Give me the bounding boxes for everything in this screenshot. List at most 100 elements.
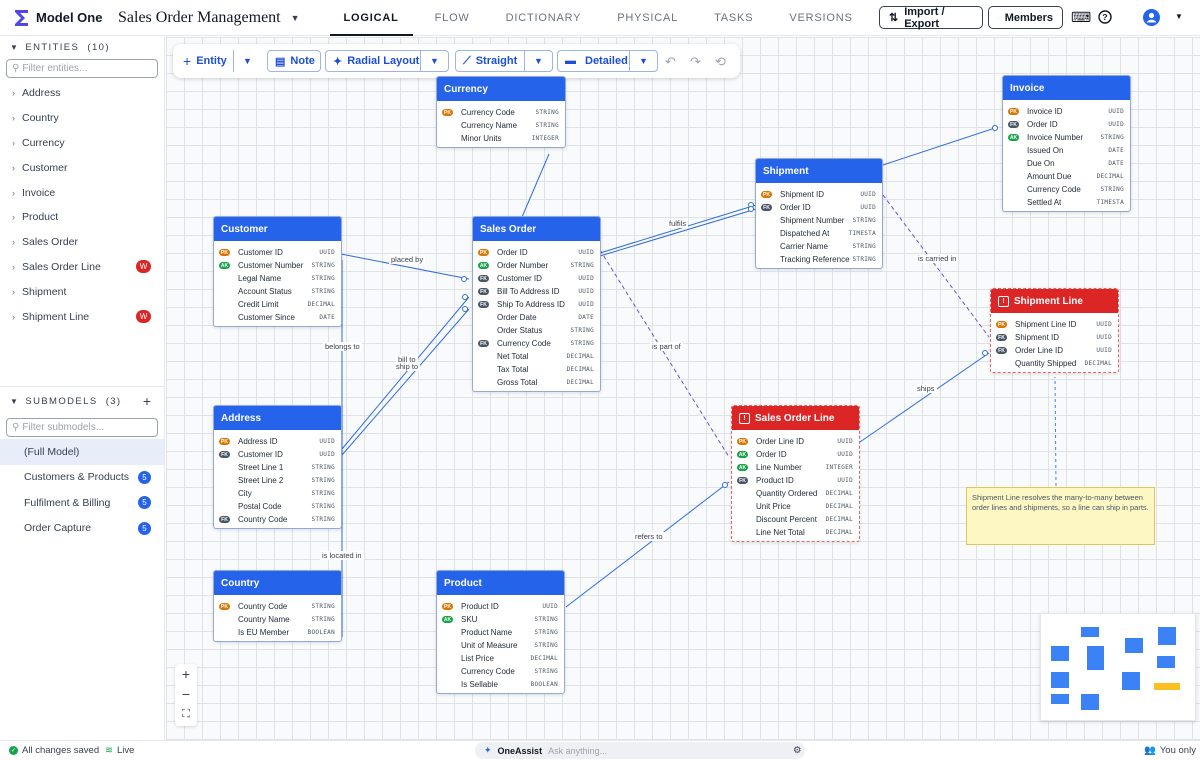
attribute-row[interactable]: FK Currency Code STRING	[478, 337, 595, 350]
entity-sales-order[interactable]: Sales Order PK Order ID UUID AK Order Number S…	[472, 216, 601, 392]
entities-filter-input[interactable]: ⚲ Filter entities...	[6, 59, 158, 78]
attribute-row[interactable]: Issued On DATE	[1008, 144, 1125, 157]
attribute-row[interactable]: PK Shipment Line ID UUID	[996, 318, 1113, 331]
attribute-row[interactable]: PK Order ID UUID	[478, 246, 595, 259]
diagram-canvas[interactable]: + Entity ▼ ▤ Note ✦ Radial Layout ▼ ⟋ Straigh…	[166, 37, 1200, 740]
attribute-row[interactable]: Legal Name STRING	[219, 272, 336, 285]
entity-sales-order-line[interactable]: ! Sales Order Line PK Order Line ID UUID AK Or…	[731, 405, 860, 542]
detail-level-button[interactable]: ▬ Detailed ▼	[557, 50, 658, 72]
sidebar-item-sales-order[interactable]: › Sales Order	[0, 230, 164, 255]
model-name[interactable]: Sales Order Management	[118, 9, 281, 27]
chevron-down-icon[interactable]: ▼	[430, 56, 439, 66]
tab-versions[interactable]: VERSIONS	[775, 0, 866, 36]
members-button[interactable]: Members	[988, 6, 1063, 29]
import-export-button[interactable]: ⇅ Import / Export	[879, 6, 983, 30]
add-note-button[interactable]: ▤ Note	[267, 50, 321, 72]
chevron-down-icon[interactable]: ▼	[243, 50, 252, 72]
attribute-row[interactable]: Quantity Ordered DECIMAL	[737, 487, 854, 500]
sticky-note[interactable]: Shipment Line resolves the many-to-many …	[966, 487, 1155, 545]
attribute-row[interactable]: Currency Code STRING	[1008, 183, 1125, 196]
relationship-label[interactable]: belongs to	[323, 342, 362, 351]
relationship-label[interactable]: is located in	[320, 551, 364, 560]
submodel-customers-products[interactable]: Customers & Products 5	[0, 465, 164, 491]
attribute-row[interactable]: PK Address ID UUID	[219, 435, 336, 448]
attribute-row[interactable]: Gross Total DECIMAL	[478, 376, 595, 389]
attribute-row[interactable]: FK Order Line ID UUID	[996, 344, 1113, 357]
attribute-row[interactable]: PK Invoice ID UUID	[1008, 105, 1125, 118]
sidebar-item-customer[interactable]: › Customer	[0, 155, 164, 180]
attribute-row[interactable]: Settled At TIMESTA	[1008, 196, 1125, 209]
attribute-row[interactable]: Carrier Name STRING	[761, 240, 877, 253]
attribute-row[interactable]: AK Order ID UUID	[737, 448, 854, 461]
attribute-row[interactable]: Quantity Shipped DECIMAL	[996, 357, 1113, 370]
relationship-label[interactable]: is part of	[650, 342, 683, 351]
tab-flow[interactable]: FLOW	[421, 0, 484, 36]
zoom-in-icon[interactable]: +	[175, 664, 197, 684]
attribute-row[interactable]: Is Sellable BOOLEAN	[442, 678, 559, 691]
submodels-filter-input[interactable]: ⚲ Filter submodels...	[6, 418, 158, 437]
gear-icon[interactable]: ⚙	[793, 741, 802, 760]
assistant-input[interactable]: ✦ OneAssist Ask anything...	[475, 742, 805, 759]
attribute-row[interactable]: Amount Due DECIMAL	[1008, 170, 1125, 183]
entity-country[interactable]: Country PK Country Code STRING Country Name S…	[213, 570, 342, 642]
attribute-row[interactable]: Tracking Reference STRING	[761, 253, 877, 266]
sidebar-item-shipment[interactable]: › Shipment	[0, 279, 164, 304]
attribute-row[interactable]: AK Order Number STRING	[478, 259, 595, 272]
entity-header[interactable]: Invoice	[1003, 76, 1130, 100]
attribute-row[interactable]: Currency Code STRING	[442, 665, 559, 678]
attribute-row[interactable]: Unit of Measure STRING	[442, 639, 559, 652]
entity-header[interactable]: ! Shipment Line	[991, 289, 1118, 313]
undo-icon[interactable]: ↶	[665, 54, 676, 70]
attribute-row[interactable]: FK Customer ID UUID	[478, 272, 595, 285]
attribute-row[interactable]: Account Status STRING	[219, 285, 336, 298]
redo-icon[interactable]: ↷	[690, 54, 701, 70]
attribute-row[interactable]: FK Order ID UUID	[761, 201, 877, 214]
entity-product[interactable]: Product PK Product ID UUID AK SKU STRING Produc…	[436, 570, 565, 694]
submodel-fulfilment-billing[interactable]: Fulfilment & Billing 5	[0, 490, 164, 516]
attribute-row[interactable]: Line Net Total DECIMAL	[737, 526, 854, 539]
tab-logical[interactable]: LOGICAL	[329, 0, 413, 36]
attribute-row[interactable]: Minor Units INTEGER	[442, 132, 560, 145]
attribute-row[interactable]: PK Country Code STRING	[219, 600, 336, 613]
attribute-row[interactable]: Street Line 1 STRING	[219, 461, 336, 474]
attribute-row[interactable]: AK Line Number INTEGER	[737, 461, 854, 474]
attribute-row[interactable]: FK Bill To Address ID UUID	[478, 285, 595, 298]
chevron-down-icon[interactable]: ▼	[291, 13, 300, 23]
relationship-label[interactable]: fulfils	[667, 219, 689, 228]
layout-button[interactable]: ✦ Radial Layout ▼	[325, 50, 449, 72]
attribute-row[interactable]: Net Total DECIMAL	[478, 350, 595, 363]
avatar-icon[interactable]	[1143, 9, 1160, 26]
attribute-row[interactable]: FK Product ID UUID	[737, 474, 854, 487]
line-style-button[interactable]: ⟋ Straight ▼	[455, 50, 553, 72]
entity-header[interactable]: ! Sales Order Line	[732, 406, 859, 430]
entities-heading[interactable]: ▼ ENTITIES (10)	[0, 37, 164, 57]
attribute-row[interactable]: Country Name STRING	[219, 613, 336, 626]
entity-shipment[interactable]: Shipment PK Shipment ID UUID FK Order ID UUID S…	[755, 158, 883, 269]
sidebar-item-shipment-line[interactable]: › Shipment Line W	[0, 304, 164, 329]
entity-customer[interactable]: Customer PK Customer ID UUID AK Customer Numb…	[213, 216, 342, 327]
attribute-row[interactable]: PK Product ID UUID	[442, 600, 559, 613]
chevron-down-icon[interactable]: ▼	[534, 56, 543, 66]
relationship-label[interactable]: placed by	[389, 255, 426, 264]
submodels-heading[interactable]: ▼ SUBMODELS (3) +	[0, 391, 164, 411]
tab-tasks[interactable]: TASKS	[700, 0, 767, 36]
submodel-order-capture[interactable]: Order Capture 5	[0, 516, 164, 542]
entity-shipment-line[interactable]: ! Shipment Line PK Shipment Line ID UUID FK Sh…	[990, 288, 1119, 373]
attribute-row[interactable]: Credit Limit DECIMAL	[219, 298, 336, 311]
relationship-label[interactable]: ship to	[394, 362, 421, 371]
attribute-row[interactable]: FK Order ID UUID	[1008, 118, 1125, 131]
attribute-row[interactable]: AK Customer Number STRING	[219, 259, 336, 272]
attribute-row[interactable]: Due On DATE	[1008, 157, 1125, 170]
attribute-row[interactable]: Shipment Number STRING	[761, 214, 877, 227]
attribute-row[interactable]: Product Name STRING	[442, 626, 559, 639]
entity-header[interactable]: Sales Order	[473, 217, 600, 241]
relationship-label[interactable]: ships	[915, 384, 937, 393]
entity-header[interactable]: Product	[437, 571, 564, 595]
attribute-row[interactable]: PK Currency Code STRING	[442, 106, 560, 119]
brand[interactable]: Model One	[0, 9, 110, 27]
attribute-row[interactable]: Currency Name STRING	[442, 119, 560, 132]
attribute-row[interactable]: Tax Total DECIMAL	[478, 363, 595, 376]
attribute-row[interactable]: Order Status STRING	[478, 324, 595, 337]
entity-currency[interactable]: Currency PK Currency Code STRING Currency Na…	[436, 76, 566, 148]
attribute-row[interactable]: Street Line 2 STRING	[219, 474, 336, 487]
